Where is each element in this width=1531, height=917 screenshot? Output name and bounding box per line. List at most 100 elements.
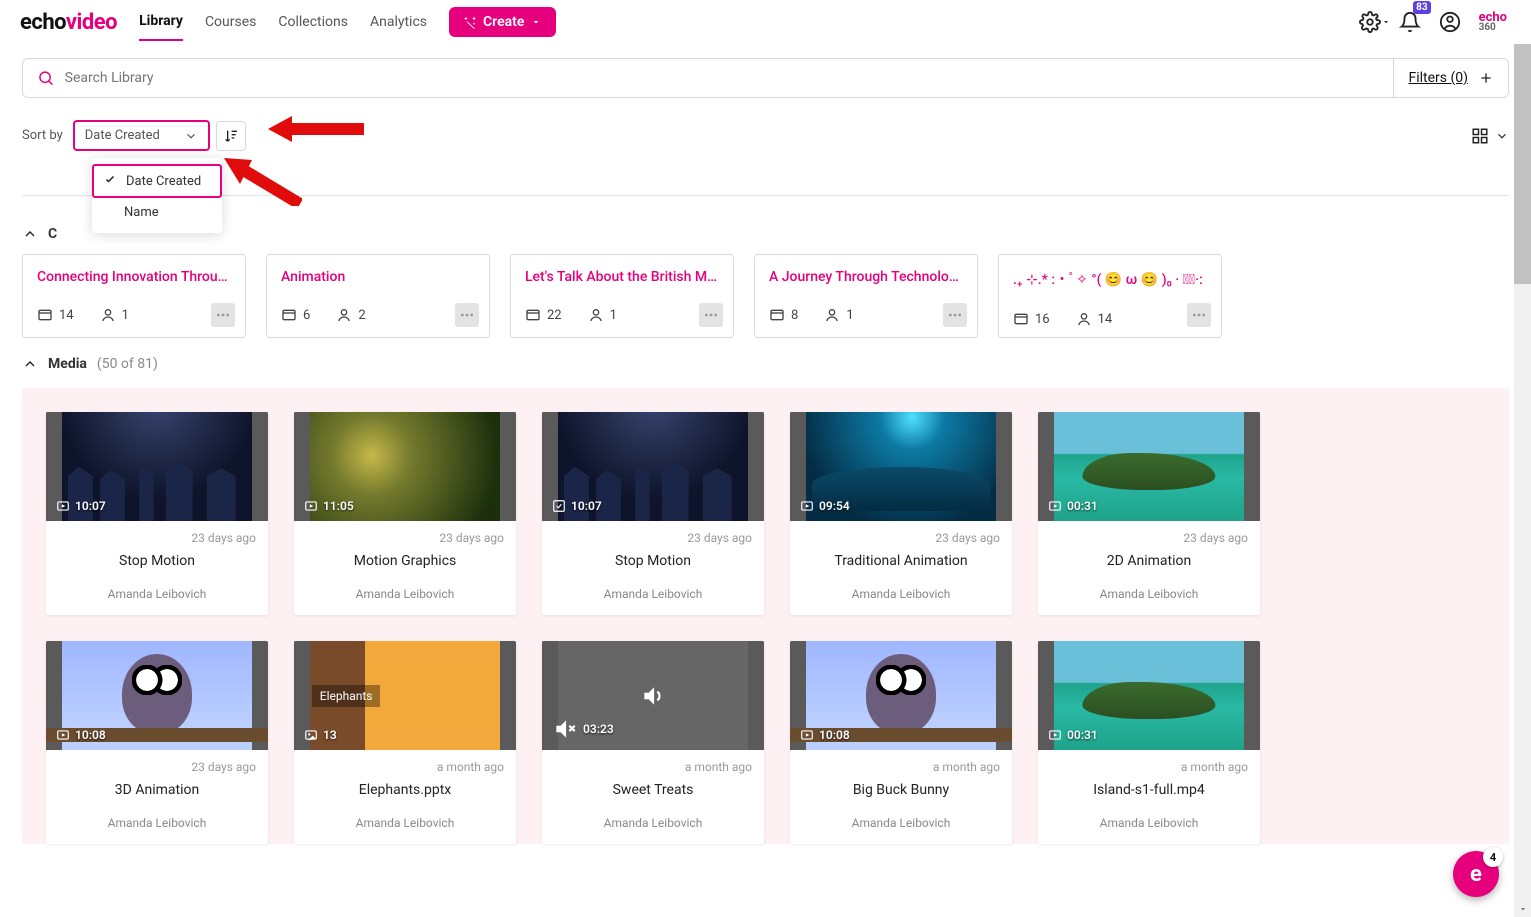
- media-card[interactable]: 00:31 23 days ago 2D Animation Amanda Leibo…: [1038, 412, 1260, 615]
- more-menu-button[interactable]: [1187, 303, 1211, 327]
- media-author: Amanda Leibovich: [802, 587, 1000, 601]
- sort-option-date-created[interactable]: Date Created: [92, 164, 222, 198]
- grid-icon: [1471, 127, 1489, 145]
- magic-wand-icon: [463, 15, 477, 29]
- collection-card[interactable]: Animation62: [266, 254, 490, 338]
- scroll-down-arrow[interactable]: [1514, 900, 1531, 917]
- media-card[interactable]: Elephants13 a month ago Elephants.pptx Aman…: [294, 641, 516, 844]
- media-date: a month ago: [306, 760, 504, 774]
- collection-user-count: 1: [824, 307, 853, 323]
- media-card[interactable]: 11:0523 days agoMotion GraphicsAmanda Le…: [294, 412, 516, 615]
- account-icon[interactable]: [1439, 11, 1461, 33]
- media-header[interactable]: Media (50 of 81): [22, 356, 1509, 372]
- collection-stats: 141: [37, 307, 231, 323]
- media-thumbnail[interactable]: 00:31: [1038, 641, 1260, 750]
- media-date: 23 days ago: [58, 531, 256, 545]
- settings-icon[interactable]: [1359, 11, 1381, 33]
- collection-stats: 1614: [1013, 311, 1207, 327]
- media-card[interactable]: 10:0723 days agoStop MotionAmanda Leibov…: [542, 412, 764, 615]
- more-menu-button[interactable]: [211, 303, 235, 327]
- notifications-badge: 83: [1413, 1, 1430, 14]
- collection-user-count: 14: [1076, 311, 1113, 327]
- tab-library[interactable]: Library: [139, 3, 183, 41]
- media-meta: 23 days ago Stop Motion Amanda Leibovich: [46, 521, 268, 615]
- media-card[interactable]: 10:08 a month agoBig Buck BunnyAmanda Lei…: [790, 641, 1012, 844]
- media-date: 23 days ago: [802, 531, 1000, 545]
- filters-button[interactable]: Filters (0): [1393, 59, 1508, 97]
- media-title: Traditional Animation: [802, 553, 1000, 569]
- media-date: a month ago: [802, 760, 1000, 774]
- media-author: Amanda Leibovich: [306, 816, 504, 830]
- media-thumbnail[interactable]: 03:23: [542, 641, 764, 750]
- collection-card[interactable]: Let's Talk About the British Mo…221: [510, 254, 734, 338]
- ellipsis-icon: [215, 307, 231, 323]
- media-duration: 00:31: [1048, 728, 1098, 742]
- more-menu-button[interactable]: [455, 303, 479, 327]
- media-author: Amanda Leibovich: [554, 587, 752, 601]
- media-duration: 10:08: [800, 728, 850, 742]
- tab-analytics[interactable]: Analytics: [370, 4, 427, 40]
- media-title: 2D Animation: [1050, 553, 1248, 569]
- search-input[interactable]: [65, 70, 1380, 86]
- view-toggle[interactable]: [1471, 127, 1509, 145]
- sort-label: Sort by: [22, 128, 63, 143]
- tab-courses[interactable]: Courses: [205, 4, 256, 40]
- more-menu-button[interactable]: [943, 303, 967, 327]
- sort-direction-button[interactable]: [216, 121, 246, 151]
- media-duration: 13: [304, 728, 337, 742]
- fab-badge: 4: [1483, 847, 1503, 867]
- media-author: Amanda Leibovich: [1050, 587, 1248, 601]
- media-card[interactable]: 09:54 23 days ago Traditional Animation Ama…: [790, 412, 1012, 615]
- media-meta: a month agoBig Buck BunnyAmanda Leibovic…: [790, 750, 1012, 844]
- media-date: a month ago: [1050, 760, 1248, 774]
- ellipsis-icon: [459, 307, 475, 323]
- notifications-icon[interactable]: 83: [1399, 11, 1421, 33]
- media-thumbnail[interactable]: 11:05: [294, 412, 516, 521]
- sort-select[interactable]: Date Created: [73, 120, 210, 151]
- media-title: Stop Motion: [58, 553, 256, 569]
- media-card[interactable]: 03:23a month agoSweet TreatsAmanda Leibo…: [542, 641, 764, 844]
- collection-card[interactable]: Connecting Innovation Throug…141: [22, 254, 246, 338]
- media-card[interactable]: 10:07 23 days ago Stop Motion Amanda Leibov…: [46, 412, 268, 615]
- chevron-down-icon: [184, 129, 198, 143]
- scrollbar-track[interactable]: [1514, 44, 1531, 917]
- media-grid: 10:07 23 days ago Stop Motion Amanda Leibov…: [46, 412, 1485, 844]
- collections-header[interactable]: C: [22, 226, 1509, 242]
- tab-collections[interactable]: Collections: [278, 4, 348, 40]
- collection-media-count: 8: [769, 307, 798, 323]
- scrollbar-thumb[interactable]: [1514, 44, 1531, 284]
- brand-logo[interactable]: echovideo: [20, 10, 117, 35]
- media-thumbnail[interactable]: Elephants13: [294, 641, 516, 750]
- create-label: Create: [483, 14, 524, 30]
- brand-left: echo: [20, 10, 66, 35]
- collection-user-count: 1: [100, 307, 129, 323]
- create-button[interactable]: Create: [449, 7, 556, 37]
- collection-media-count: 22: [525, 307, 562, 323]
- media-title: Elephants.pptx: [306, 782, 504, 798]
- annotation-arrow-bottom: [222, 156, 302, 206]
- media-title: Motion Graphics: [306, 553, 504, 569]
- chevron-up-icon: [22, 356, 38, 372]
- help-fab[interactable]: e 4: [1453, 851, 1499, 897]
- collection-card[interactable]: A Journey Through Technology81: [754, 254, 978, 338]
- media-thumbnail[interactable]: 09:54: [790, 412, 1012, 521]
- nav-tabs: Library Courses Collections Analytics: [139, 3, 427, 41]
- media-thumbnail[interactable]: 10:08: [790, 641, 1012, 750]
- collection-card[interactable]: .₊ ⊹.* :・ﾟ✧ °( 😊 ω 😊 )₀ · ┊͙·:1614: [998, 254, 1222, 338]
- media-author: Amanda Leibovich: [306, 587, 504, 601]
- media-card[interactable]: 10:0823 days ago3D AnimationAmanda Leibo…: [46, 641, 268, 844]
- media-thumbnail[interactable]: 10:08: [46, 641, 268, 750]
- media-date: 23 days ago: [1050, 531, 1248, 545]
- more-menu-button[interactable]: [699, 303, 723, 327]
- media-duration: 10:07: [56, 499, 106, 513]
- media-thumbnail[interactable]: 10:07: [542, 412, 764, 521]
- media-thumbnail[interactable]: 00:31: [1038, 412, 1260, 521]
- media-duration: 09:54: [800, 499, 850, 513]
- annotation-arrow-top: [268, 114, 364, 144]
- echo360-logo[interactable]: echo 360: [1479, 12, 1507, 33]
- media-author: Amanda Leibovich: [58, 816, 256, 830]
- media-thumbnail[interactable]: 10:07: [46, 412, 268, 521]
- media-card[interactable]: 00:31a month agoIsland-s1-full.mp4Amanda…: [1038, 641, 1260, 844]
- media-author: Amanda Leibovich: [58, 587, 256, 601]
- sort-option-name[interactable]: Name: [92, 198, 222, 227]
